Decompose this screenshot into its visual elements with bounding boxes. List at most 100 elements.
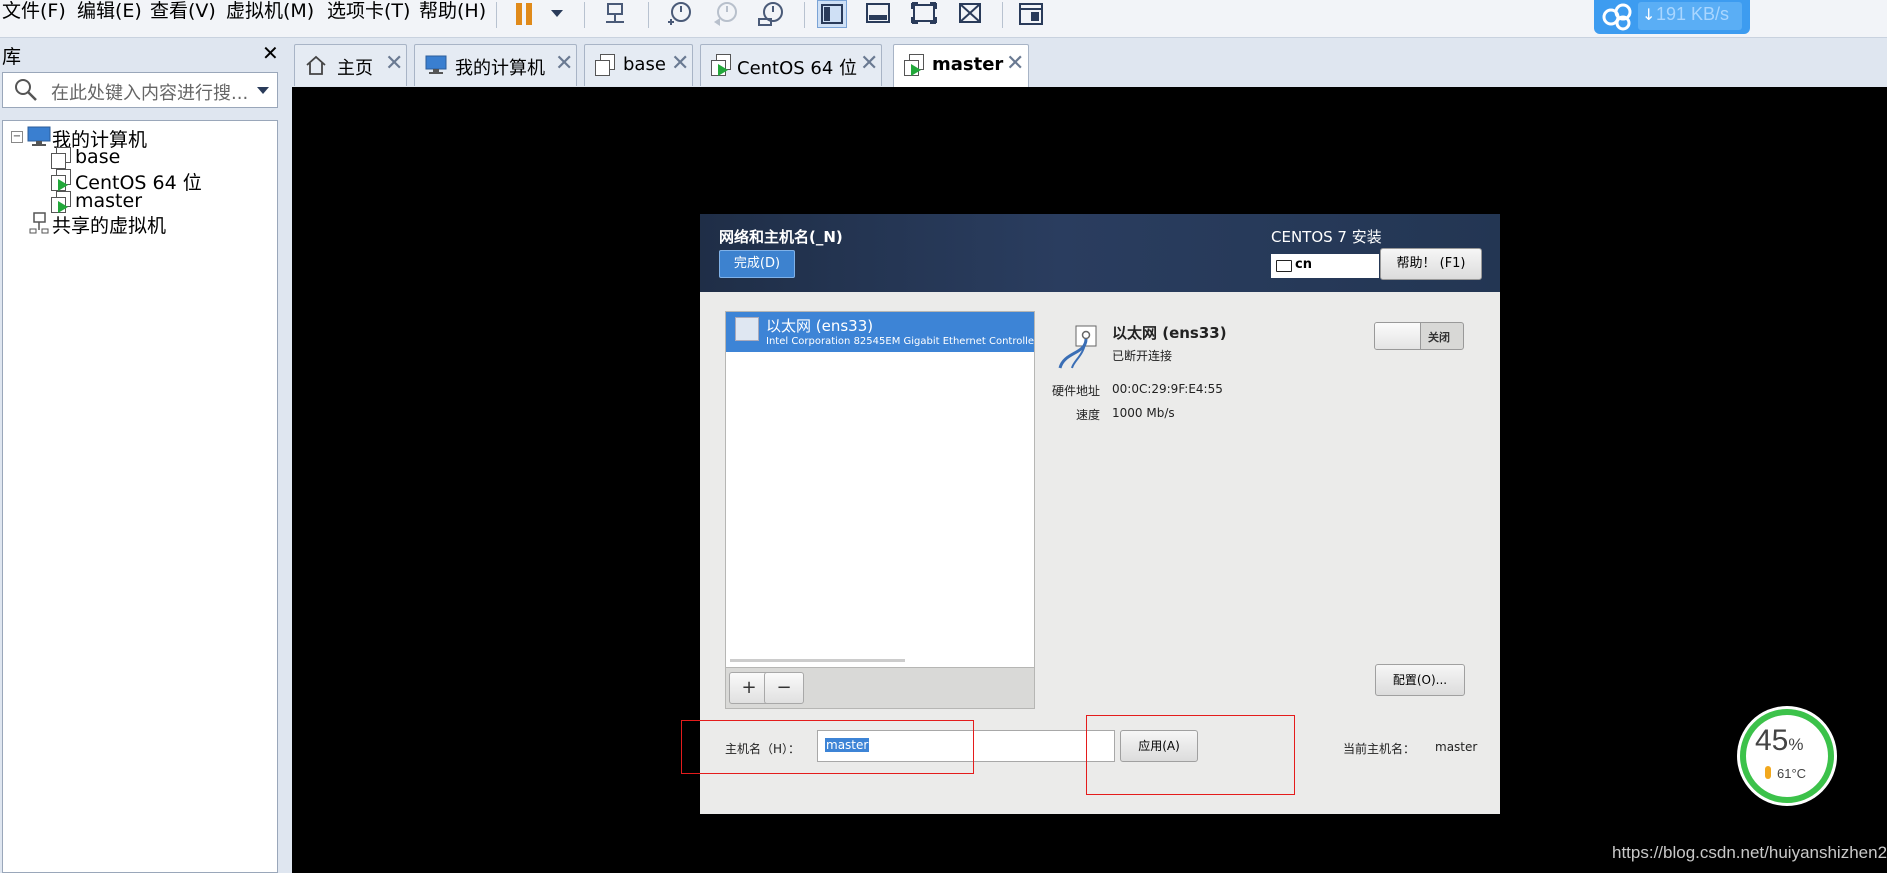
close-icon[interactable]: ✕ bbox=[262, 41, 279, 65]
tab-label: 主页 bbox=[337, 58, 373, 79]
close-icon[interactable]: ✕ bbox=[1006, 51, 1024, 76]
network-device-list: 以太网 (ens33) Intel Corporation 82545EM Gi… bbox=[725, 311, 1035, 668]
keyboard-layout-indicator[interactable]: cn bbox=[1271, 254, 1379, 278]
keyboard-layout-value: cn bbox=[1295, 257, 1312, 272]
installer-header: 网络和主机名(_N) 完成(D) CENTOS 7 安装 cn 帮助！ (F1) bbox=[700, 214, 1500, 292]
device-title: 以太网 (ens33) bbox=[1112, 324, 1227, 342]
library-panel: 库 ✕ 在此处键入内容进行搜... − 我的计算机 base CentOS 64… bbox=[0, 38, 284, 873]
download-arrow-icon: ↓ bbox=[1642, 5, 1656, 24]
remove-device-button[interactable]: − bbox=[764, 672, 804, 704]
menu-vm[interactable]: 虚拟机(M) bbox=[226, 0, 314, 24]
horizontal-scrollbar[interactable] bbox=[730, 659, 905, 662]
computer-icon bbox=[425, 55, 447, 74]
library-search-input[interactable]: 在此处键入内容进行搜... bbox=[2, 72, 278, 108]
device-status: 已断开连接 bbox=[1112, 349, 1173, 363]
chevron-down-icon bbox=[551, 10, 563, 17]
pause-button[interactable] bbox=[507, 0, 567, 28]
page-title: 网络和主机名(_N) bbox=[719, 228, 843, 246]
keyboard-icon bbox=[1276, 260, 1292, 272]
menu-help[interactable]: 帮助(H) bbox=[419, 0, 486, 24]
current-hostname-value: master bbox=[1435, 740, 1478, 754]
library-tree: − 我的计算机 base CentOS 64 位 master 共享的虚拟机 bbox=[2, 120, 278, 873]
close-icon[interactable]: ✕ bbox=[860, 51, 878, 76]
snapshot-manager-button[interactable] bbox=[756, 0, 786, 28]
cpu-monitor-widget[interactable]: 45% 61°C bbox=[1737, 706, 1837, 806]
toolbar-separator bbox=[648, 2, 649, 28]
menubar: 文件(F) 编辑(E) 查看(V) 虚拟机(M) 选项卡(T) 帮助(H) ↓ bbox=[0, 0, 1887, 38]
fullscreen-icon bbox=[911, 2, 937, 24]
tab-centos[interactable]: CentOS 64 位 ✕ bbox=[700, 44, 882, 86]
tab-label: CentOS 64 位 bbox=[737, 58, 858, 79]
search-icon bbox=[15, 79, 37, 101]
ethernet-cable-icon bbox=[1058, 325, 1097, 369]
device-toggle[interactable]: 关闭 bbox=[1374, 322, 1464, 350]
menu-tabs[interactable]: 选项卡(T) bbox=[327, 0, 410, 24]
close-icon[interactable]: ✕ bbox=[385, 51, 403, 76]
thermometer-icon bbox=[1765, 766, 1771, 779]
list-item[interactable]: 以太网 (ens33) Intel Corporation 82545EM Gi… bbox=[726, 312, 1034, 352]
device-list-toolbar: + − bbox=[725, 667, 1035, 709]
menu-edit[interactable]: 编辑(E) bbox=[77, 0, 142, 24]
current-hostname-label: 当前主机名： bbox=[1343, 742, 1416, 756]
view-library-icon bbox=[821, 4, 843, 24]
snapshot-manager-icon bbox=[758, 2, 783, 26]
configure-button[interactable]: 配置(O)... bbox=[1375, 664, 1465, 696]
toolbar-separator bbox=[1002, 2, 1003, 28]
vm-running-icon bbox=[51, 169, 71, 191]
tab-base[interactable]: base ✕ bbox=[584, 44, 693, 86]
menu-file[interactable]: 文件(F) bbox=[2, 0, 66, 24]
cpu-percent: 45% bbox=[1755, 724, 1804, 757]
shared-vm-icon bbox=[29, 212, 49, 234]
vm-running-icon bbox=[904, 54, 926, 76]
ethernet-icon bbox=[735, 317, 759, 341]
toolbar-separator bbox=[496, 2, 497, 28]
snapshot-revert-icon bbox=[714, 2, 737, 26]
vm-running-icon bbox=[51, 191, 71, 213]
toolbar-separator bbox=[584, 2, 585, 28]
fullscreen-button[interactable] bbox=[909, 0, 939, 28]
toggle-knob bbox=[1375, 323, 1421, 349]
tab-master[interactable]: master ✕ bbox=[893, 44, 1029, 88]
library-title: 库 bbox=[2, 46, 22, 68]
tab-home[interactable]: 主页 ✕ bbox=[294, 44, 407, 86]
collapse-icon[interactable]: − bbox=[11, 131, 23, 143]
vm-icon bbox=[595, 54, 617, 76]
toolbar-separator bbox=[804, 2, 805, 28]
help-button[interactable]: 帮助！ (F1) bbox=[1380, 248, 1482, 280]
computer-icon bbox=[27, 126, 51, 146]
pause-icon bbox=[516, 3, 534, 25]
download-speed: 191 KB/s bbox=[1656, 4, 1730, 24]
done-button[interactable]: 完成(D) bbox=[719, 250, 795, 278]
console-view-icon bbox=[1019, 3, 1043, 25]
send-keys-button[interactable] bbox=[600, 0, 630, 28]
menu-view[interactable]: 查看(V) bbox=[150, 0, 216, 24]
speed-label: 速度 bbox=[1076, 408, 1101, 422]
search-placeholder: 在此处键入内容进行搜... bbox=[51, 83, 249, 104]
tab-bar: 主页 ✕ 我的计算机 ✕ base ✕ CentOS 64 位 ✕ master… bbox=[290, 44, 1887, 88]
chevron-down-icon[interactable] bbox=[257, 87, 269, 94]
download-speed-widget[interactable]: ↓ 191 KB/s bbox=[1594, 0, 1750, 34]
product-title: CENTOS 7 安装 bbox=[1271, 228, 1382, 246]
hw-address-label: 硬件地址 bbox=[1052, 384, 1101, 398]
cpu-temperature: 61°C bbox=[1777, 766, 1807, 781]
cloud-icon bbox=[1602, 3, 1632, 31]
view-thumbnail-button[interactable] bbox=[863, 0, 893, 28]
view-library-button[interactable] bbox=[817, 0, 847, 28]
tree-label: 共享的虚拟机 bbox=[52, 215, 167, 237]
snapshot-take-button[interactable] bbox=[664, 0, 694, 28]
snapshot-take-icon bbox=[668, 2, 691, 25]
snapshot-revert-button[interactable] bbox=[710, 0, 740, 28]
tab-label: master bbox=[932, 54, 1004, 75]
close-icon[interactable]: ✕ bbox=[671, 51, 689, 76]
unity-icon bbox=[959, 3, 981, 23]
tab-my-computer[interactable]: 我的计算机 ✕ bbox=[414, 44, 577, 86]
console-view-button[interactable] bbox=[1016, 0, 1046, 28]
close-icon[interactable]: ✕ bbox=[555, 51, 573, 76]
send-keys-icon bbox=[606, 3, 624, 23]
unity-button[interactable] bbox=[955, 0, 985, 28]
tree-label: base bbox=[75, 146, 121, 168]
view-thumbnail-icon bbox=[866, 3, 890, 23]
tree-label: master bbox=[75, 190, 143, 212]
add-device-button[interactable]: + bbox=[729, 672, 769, 704]
speed-value: 1000 Mb/s bbox=[1112, 406, 1175, 420]
